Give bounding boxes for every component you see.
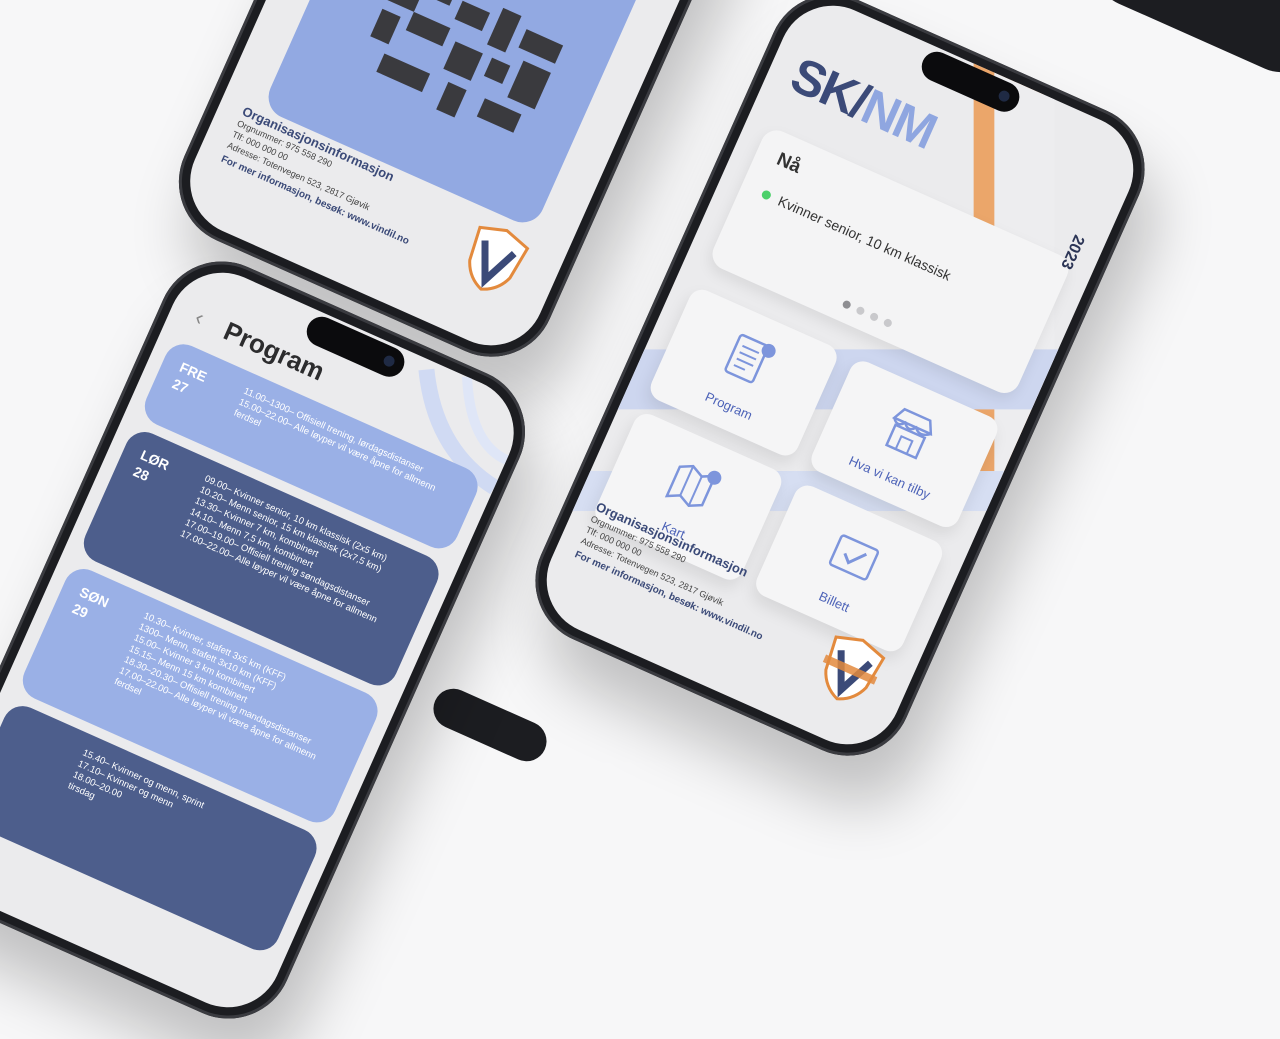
phone-program: ‹ Program FRE 27 11.00–1300– Offisiell tr… (0, 240, 546, 1039)
pager-dot[interactable] (868, 311, 880, 323)
day-label: SØN 29 (69, 583, 112, 622)
store-icon (884, 407, 933, 460)
map-icon (664, 464, 722, 508)
pager-dot[interactable] (841, 299, 852, 310)
now-event: Kvinner senior, 10 km klassisk (775, 192, 954, 284)
partial-phone-bottom (427, 682, 553, 768)
day-label: LØR 28 (130, 446, 172, 485)
document-icon (724, 333, 776, 384)
now-title: Nå (773, 148, 805, 178)
logo-year: 2023 (1057, 232, 1088, 272)
program-screen: ‹ Program FRE 27 11.00–1300– Offisiell tr… (0, 255, 531, 1025)
day-label: FRE 27 (169, 358, 210, 397)
ticket-check-icon (828, 534, 880, 581)
pager-dot[interactable] (855, 305, 866, 317)
club-badge-icon (468, 225, 530, 291)
pager-dot[interactable] (882, 317, 894, 329)
carousel-pager[interactable] (841, 299, 894, 329)
day-label (16, 720, 23, 736)
live-dot-icon (760, 189, 773, 201)
partial-phone-top-right (1082, 0, 1280, 85)
